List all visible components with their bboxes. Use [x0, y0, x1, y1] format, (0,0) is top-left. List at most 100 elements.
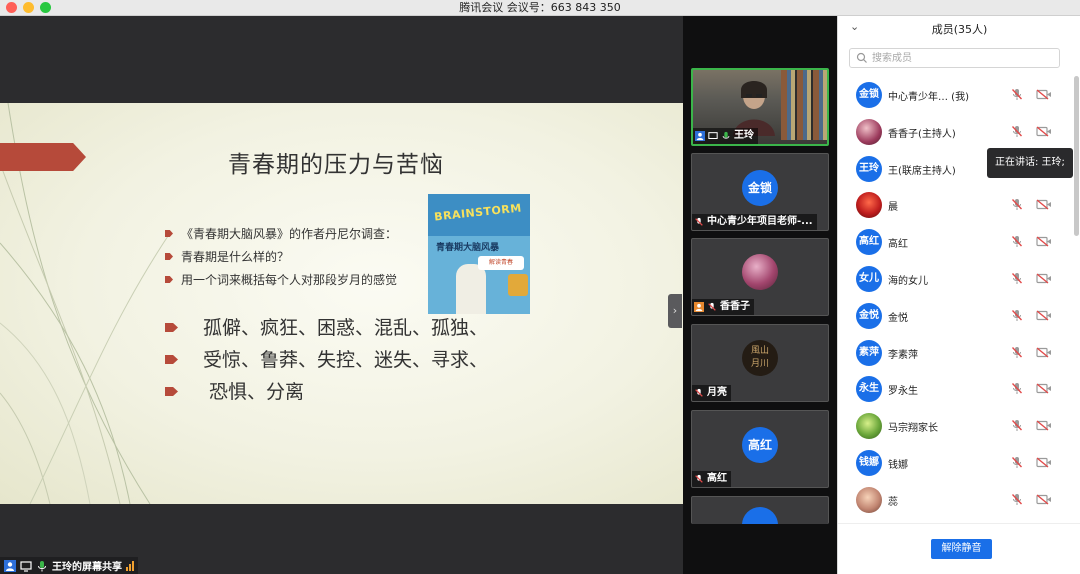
member-name: 中心青少年… (我) — [888, 92, 969, 103]
unmute-all-button[interactable]: 解除静音 — [931, 539, 992, 559]
video-tile-name: 高红 — [707, 473, 727, 484]
screen-share-badge: 王玲的屏幕共享 — [0, 557, 138, 574]
slide-bullet: 《青春期大脑风暴》的作者丹尼尔调查： — [165, 225, 397, 248]
screen-share-icon — [708, 132, 718, 139]
camera-off-icon[interactable] — [1036, 273, 1052, 284]
member-name: 海的女儿 — [888, 276, 928, 287]
search-icon — [856, 52, 867, 63]
slide-keyword-line: 孤僻、疯狂、困惑、混乱、孤独、 — [163, 315, 488, 347]
video-tile[interactable]: 高红 高红 — [691, 410, 829, 488]
signal-strength-icon — [126, 560, 134, 571]
mic-icon — [38, 560, 46, 571]
member-row[interactable]: 金锁 中心青少年… (我) — [856, 78, 1066, 112]
member-avatar: 金锁 — [856, 82, 882, 108]
camera-off-icon[interactable] — [1036, 347, 1052, 358]
member-search-box[interactable] — [849, 48, 1060, 68]
book-cover-subtitle: 解读青春 — [478, 256, 524, 270]
mic-muted-icon[interactable] — [1011, 346, 1023, 359]
member-name: 蕊 — [888, 496, 898, 508]
member-row[interactable]: 蕊 — [856, 483, 1066, 517]
video-tile-name-bar: 王玲 — [693, 128, 758, 144]
member-name: 香香子(主持人) — [888, 128, 956, 140]
mic-muted-icon[interactable] — [1011, 235, 1023, 248]
video-tile[interactable]: 香香子 — [691, 238, 829, 316]
video-tile[interactable]: 風山 月川 月亮 — [691, 324, 829, 402]
camera-off-icon[interactable] — [1036, 457, 1052, 468]
mic-muted-icon — [695, 388, 703, 397]
person-icon — [694, 302, 704, 312]
member-row[interactable]: 钱娜 钱娜 — [856, 446, 1066, 480]
participant-avatar-calligraphy: 風山 月川 — [742, 340, 778, 376]
member-name: 金悦 — [888, 312, 908, 324]
person-icon — [4, 559, 16, 572]
member-row[interactable]: 永生 罗永生 — [856, 372, 1066, 406]
member-row[interactable]: 女儿 海的女儿 — [856, 262, 1066, 296]
member-search-input[interactable] — [872, 50, 1056, 66]
member-avatar: 王玲 — [856, 155, 882, 182]
member-panel-title: 成员(35人) — [931, 23, 988, 36]
member-panel: ⌄ 成员(35人) 金锁中心青少年… (我) 香香子(主持人) 王玲王(联席主持人)… — [837, 16, 1080, 574]
slide-bullet: 青春期是什么样的？ — [165, 248, 397, 271]
video-tile-name: 香香子 — [720, 301, 750, 312]
camera-off-icon[interactable] — [1036, 236, 1052, 247]
mic-muted-icon[interactable] — [1011, 382, 1023, 395]
participant-video — [733, 81, 775, 136]
mic-muted-icon[interactable] — [1011, 88, 1023, 101]
member-name: 马宗翔家长 — [888, 423, 938, 435]
member-row[interactable]: 香香子(主持人) — [856, 115, 1066, 149]
slide-title: 青春期的压力与苦恼 — [228, 152, 444, 178]
slide-keyword-list: 孤僻、疯狂、困惑、混乱、孤独、 受惊、鲁莽、失控、迷失、寻求、 恐惧、分离 — [163, 315, 488, 411]
member-row[interactable]: 金悦 金悦 — [856, 299, 1066, 333]
mic-muted-icon[interactable] — [1011, 456, 1023, 469]
video-tile-name-bar: 香香子 — [692, 299, 754, 315]
video-strip: 王玲 金锁 中心青少年项目老师-... 香香子 風山 月川 月亮 高红 高红 — [683, 16, 837, 574]
slide-keyword-line: 恐惧、分离 — [163, 379, 488, 411]
camera-off-icon[interactable] — [1036, 494, 1052, 505]
video-tile-name-bar: 月亮 — [692, 385, 731, 401]
video-tile[interactable] — [691, 496, 829, 524]
participant-avatar — [742, 507, 778, 524]
camera-off-icon[interactable] — [1036, 383, 1052, 394]
speaking-tooltip: 正在讲话: 王玲; — [987, 148, 1073, 178]
mic-muted-icon[interactable] — [1011, 419, 1023, 432]
camera-off-icon[interactable] — [1036, 310, 1052, 321]
collapse-video-strip-button[interactable]: › — [668, 294, 682, 328]
mic-muted-icon[interactable] — [1011, 125, 1023, 138]
mic-muted-icon — [695, 474, 703, 483]
camera-off-icon[interactable] — [1036, 89, 1052, 100]
person-icon — [695, 131, 705, 141]
video-tile-name: 中心青少年项目老师-... — [707, 216, 813, 227]
member-name: 罗永生 — [888, 386, 918, 398]
video-tile-active-speaker[interactable]: 王玲 — [691, 68, 829, 146]
window-title: 腾讯会议 会议号：663 843 350 — [459, 1, 621, 14]
camera-off-icon[interactable] — [1036, 126, 1052, 137]
member-name: 李素萍 — [888, 349, 918, 361]
video-tile[interactable]: 金锁 中心青少年项目老师-... — [691, 153, 829, 231]
meeting-window: 腾讯会议 会议号：663 843 350 青春期的压力与苦恼 《青春期大脑风暴》… — [0, 0, 1080, 574]
video-tile-name-bar: 高红 — [692, 471, 731, 487]
mic-muted-icon[interactable] — [1011, 198, 1023, 211]
member-row[interactable]: 晨 — [856, 188, 1066, 222]
mic-muted-icon[interactable] — [1011, 493, 1023, 506]
member-name: 王(联席主持人) — [888, 165, 956, 177]
camera-off-icon[interactable] — [1036, 420, 1052, 431]
mic-muted-icon — [695, 217, 703, 226]
mic-muted-icon[interactable] — [1011, 309, 1023, 322]
participant-avatar: 高红 — [742, 427, 778, 463]
member-name: 钱娜 — [888, 460, 908, 471]
member-avatar: 高红 — [856, 229, 882, 256]
slide-title-arrow — [0, 143, 86, 171]
mic-muted-icon — [708, 302, 716, 311]
member-row[interactable]: 马宗翔家长 — [856, 409, 1066, 443]
member-row[interactable]: 高红 高红 — [856, 225, 1066, 259]
video-tile-name-bar: 中心青少年项目老师-... — [692, 214, 817, 230]
mic-muted-icon[interactable] — [1011, 272, 1023, 285]
member-avatar — [856, 486, 882, 513]
member-list-scrollbar[interactable] — [1074, 76, 1079, 236]
member-avatar: 素萍 — [856, 339, 882, 366]
camera-off-icon[interactable] — [1036, 199, 1052, 210]
member-row[interactable]: 素萍 李素萍 — [856, 336, 1066, 370]
mic-icon — [722, 131, 730, 139]
screen-share-icon — [20, 560, 32, 572]
member-name: 晨 — [888, 202, 898, 214]
